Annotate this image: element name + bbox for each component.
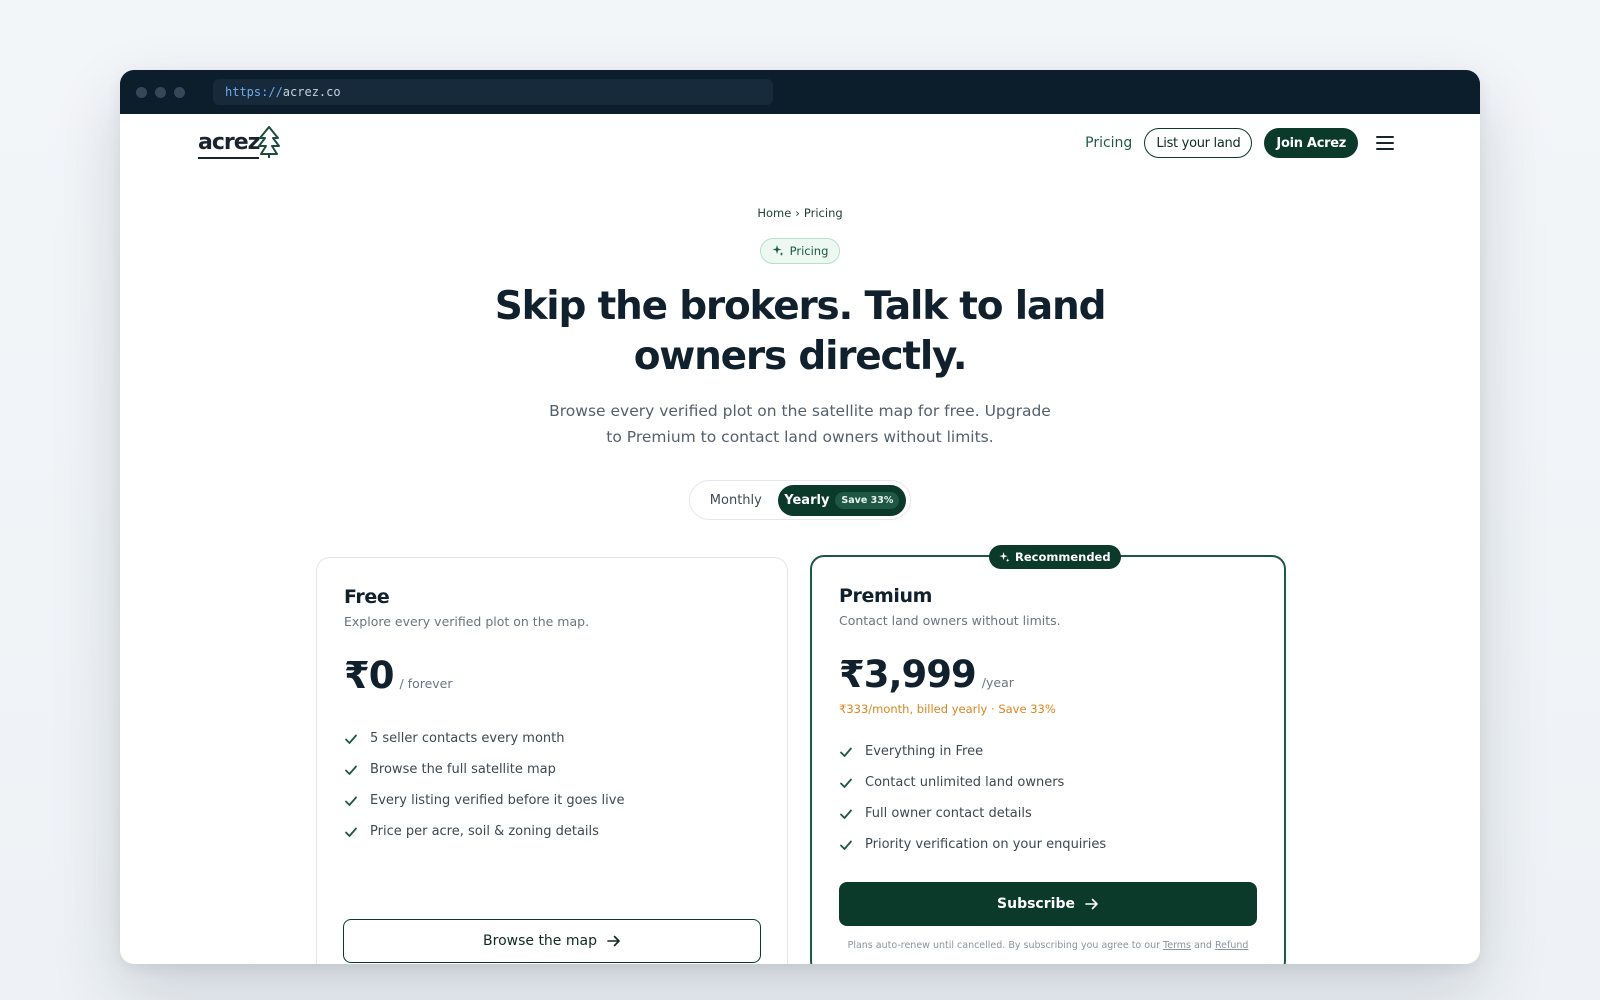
menu-icon[interactable]: [1376, 136, 1394, 150]
page-subtitle: Browse every verified plot on the satell…: [549, 402, 1051, 446]
premium-billing-note: ₹333/month, billed yearly · Save 33%: [839, 702, 1056, 716]
check-icon: [345, 765, 357, 775]
breadcrumb-home[interactable]: Home: [757, 206, 791, 220]
free-price-row: ₹0 / forever: [344, 654, 760, 697]
url-scheme: https://: [225, 85, 283, 99]
feature-text: Browse the full satellite map: [370, 762, 556, 777]
feature-text: Priority verification on your enquiries: [865, 837, 1107, 852]
check-icon: [345, 796, 357, 806]
feature-text: Contact unlimited land owners: [865, 775, 1065, 790]
recommended-badge-label: Recommended: [1015, 550, 1111, 564]
check-icon: [840, 809, 852, 819]
acrez-logo[interactable]: acrez: [198, 126, 281, 159]
nav-pricing-link[interactable]: Pricing: [1085, 135, 1132, 151]
sparkle-icon: [772, 245, 784, 256]
billing-yearly-option[interactable]: Yearly Save 33%: [777, 484, 906, 516]
free-plan-description: Explore every verified plot on the map.: [344, 614, 590, 629]
join-acrez-button[interactable]: Join Acrez: [1264, 128, 1358, 158]
legal-prefix: Plans auto-renew until cancelled. By sub…: [847, 940, 1160, 951]
sparkle-icon: [999, 551, 1010, 562]
pricing-badge-label: Pricing: [789, 244, 829, 258]
breadcrumb-current: Pricing: [803, 206, 843, 220]
feature-text: Every listing verified before it goes li…: [370, 793, 625, 808]
check-icon: [840, 840, 852, 850]
feature-text: Everything in Free: [865, 744, 984, 759]
check-icon: [840, 747, 852, 757]
window-close-dot[interactable]: [136, 86, 147, 98]
check-icon: [345, 734, 357, 744]
feature-item: Contact unlimited land owners: [839, 767, 1257, 798]
feature-item: Every listing verified before it goes li…: [344, 785, 760, 816]
legal-and: and: [1194, 940, 1212, 951]
browser-chrome: https://acrez.co: [120, 70, 1480, 114]
premium-price-row: ₹3,999 /year: [839, 653, 1257, 696]
list-your-land-button[interactable]: List your land: [1144, 128, 1253, 158]
feature-item: Full owner contact details: [839, 798, 1257, 829]
subscribe-label: Subscribe: [997, 896, 1075, 912]
free-price: ₹0: [344, 654, 394, 697]
save-chip: Save 33%: [835, 491, 900, 509]
free-feature-list: 5 seller contacts every month Browse the…: [344, 723, 760, 847]
arrow-right-icon: [607, 935, 620, 947]
arrow-right-icon: [1085, 898, 1098, 910]
premium-plan-card: Recommended Premium Contact land owners …: [810, 545, 1286, 964]
check-icon: [345, 827, 357, 837]
url-host: acrez.co: [282, 85, 341, 99]
feature-item: Browse the full satellite map: [344, 754, 760, 785]
premium-price: ₹3,999: [839, 653, 977, 696]
feature-item: Priority verification on your enquiries: [839, 829, 1257, 860]
address-bar[interactable]: https://acrez.co: [213, 79, 773, 105]
premium-feature-list: Everything in Free Contact unlimited lan…: [839, 736, 1257, 860]
breadcrumb-separator: ›: [795, 206, 800, 220]
browse-map-button[interactable]: Browse the map: [343, 919, 761, 963]
premium-plan-description: Contact land owners without limits.: [839, 613, 1061, 628]
feature-item: Price per acre, soil & zoning details: [344, 816, 760, 847]
premium-price-unit: /year: [981, 675, 1014, 690]
feature-item: 5 seller contacts every month: [344, 723, 760, 754]
browse-map-label: Browse the map: [483, 933, 597, 949]
pricing-hero: Home › Pricing Pricing Skip the brokers. T…: [120, 206, 1480, 520]
billing-toggle: Monthly Yearly Save 33%: [689, 480, 911, 520]
free-plan-name: Free: [344, 586, 390, 608]
nav-actions: Pricing List your land Join Acrez: [1085, 128, 1394, 158]
window-maximize-dot[interactable]: [174, 86, 185, 98]
breadcrumb: Home › Pricing: [120, 206, 1480, 220]
free-price-unit: / forever: [399, 676, 453, 691]
free-plan-card: Free Explore every verified plot on the …: [316, 557, 788, 964]
site-nav: acrez Pricing List your land Join Acrez: [120, 114, 1480, 174]
logo-wordmark: acrez: [198, 129, 260, 159]
legal-notice: Plans auto-renew until cancelled. By sub…: [839, 940, 1257, 951]
billing-yearly-label: Yearly: [784, 492, 830, 508]
check-icon: [840, 778, 852, 788]
page-title: Skip the brokers. Talk to land owners di…: [494, 284, 1107, 379]
feature-item: Everything in Free: [839, 736, 1257, 767]
pricing-badge: Pricing: [759, 238, 841, 264]
terms-link[interactable]: Terms: [1163, 940, 1191, 951]
browser-window: https://acrez.co acrez Pricing List your…: [120, 70, 1480, 964]
pine-tree-icon: [258, 126, 281, 158]
subscribe-button[interactable]: Subscribe: [839, 882, 1257, 926]
refund-link[interactable]: Refund: [1215, 940, 1248, 951]
feature-text: 5 seller contacts every month: [370, 731, 565, 746]
feature-text: Price per acre, soil & zoning details: [370, 824, 599, 839]
window-minimize-dot[interactable]: [155, 86, 166, 98]
recommended-badge: Recommended: [989, 545, 1121, 569]
feature-text: Full owner contact details: [865, 806, 1032, 821]
premium-plan-name: Premium: [839, 585, 933, 607]
billing-monthly-option[interactable]: Monthly: [694, 493, 778, 508]
